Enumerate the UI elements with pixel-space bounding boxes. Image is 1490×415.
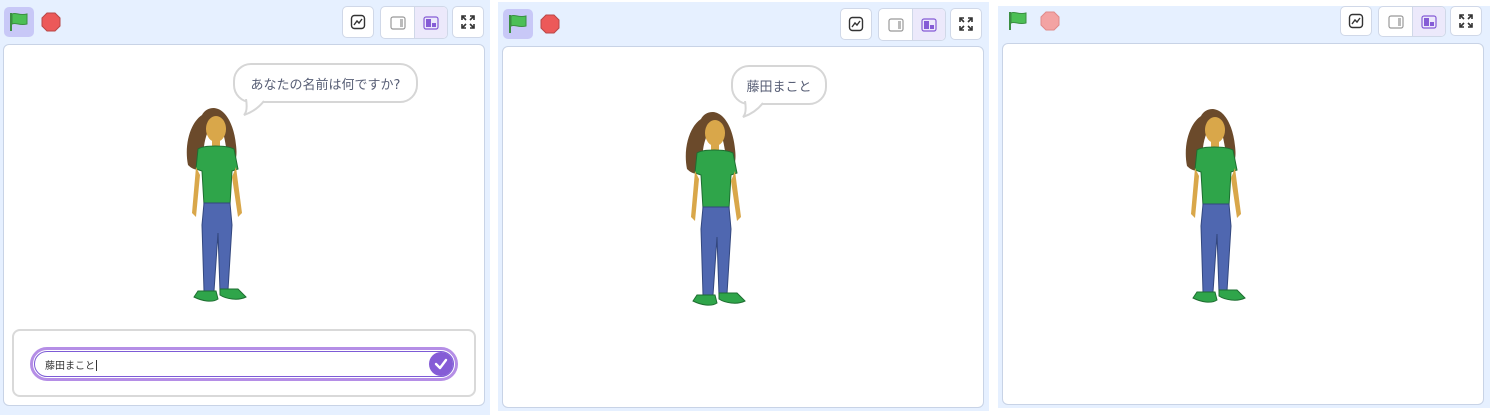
normal-stage-icon bbox=[423, 15, 439, 30]
fullscreen-button[interactable] bbox=[1450, 6, 1482, 36]
costume-editor-button[interactable] bbox=[840, 8, 872, 40]
speech-bubble: 藤田まこと bbox=[731, 65, 827, 105]
fullscreen-icon bbox=[1459, 14, 1473, 28]
speech-text: 藤田まこと bbox=[746, 79, 812, 95]
costume-editor-icon bbox=[1348, 13, 1364, 29]
normal-stage-icon bbox=[921, 17, 937, 32]
fullscreen-button[interactable] bbox=[452, 6, 484, 38]
text-caret bbox=[96, 360, 97, 371]
green-flag-icon bbox=[10, 12, 28, 31]
sprite-girl[interactable] bbox=[681, 109, 753, 315]
speech-text: あなたの名前は何ですか? bbox=[250, 77, 401, 93]
fullscreen-button[interactable] bbox=[950, 8, 982, 40]
small-stage-button[interactable] bbox=[879, 9, 912, 40]
costume-editor-icon bbox=[350, 14, 366, 30]
answer-text: 藤田まこと bbox=[45, 361, 95, 372]
small-stage-icon bbox=[389, 15, 406, 30]
normal-stage-icon bbox=[1421, 14, 1437, 29]
fullscreen-icon bbox=[461, 15, 475, 29]
stage-panel-1: あなたの名前は何ですか? 藤田まこと bbox=[0, 0, 490, 415]
costume-editor-icon bbox=[848, 16, 864, 32]
stop-button[interactable] bbox=[540, 14, 560, 34]
sprite-girl[interactable] bbox=[182, 105, 254, 311]
green-flag-icon bbox=[1009, 11, 1027, 30]
stage-canvas[interactable]: 藤田まこと bbox=[502, 46, 984, 408]
costume-editor-button[interactable] bbox=[342, 6, 374, 38]
stage-size-toggle bbox=[878, 8, 946, 41]
stage-panel-2: 藤田まこと bbox=[498, 2, 989, 411]
normal-stage-button[interactable] bbox=[1412, 7, 1445, 36]
stop-button[interactable] bbox=[41, 12, 61, 32]
small-stage-button[interactable] bbox=[1379, 7, 1412, 36]
ask-prompt-box: 藤田まこと bbox=[12, 329, 476, 397]
fullscreen-icon bbox=[959, 17, 973, 31]
stage-size-toggle bbox=[380, 6, 448, 39]
sprite-girl[interactable] bbox=[1181, 106, 1253, 312]
normal-stage-button[interactable] bbox=[912, 9, 945, 40]
green-flag-button[interactable] bbox=[503, 9, 533, 39]
stop-sign-icon bbox=[1040, 11, 1060, 31]
green-flag-button[interactable] bbox=[4, 7, 34, 37]
small-stage-icon bbox=[887, 17, 904, 32]
small-stage-icon bbox=[1387, 14, 1404, 29]
answer-input[interactable]: 藤田まこと bbox=[30, 347, 458, 381]
stop-sign-icon bbox=[540, 14, 560, 34]
submit-answer-button[interactable] bbox=[429, 352, 453, 376]
stop-button[interactable] bbox=[1040, 11, 1060, 31]
green-flag-icon bbox=[509, 14, 527, 33]
small-stage-button[interactable] bbox=[381, 7, 414, 38]
stage-size-toggle bbox=[1378, 6, 1446, 37]
stage-canvas[interactable]: あなたの名前は何ですか? 藤田まこと bbox=[3, 44, 485, 406]
stage-canvas[interactable] bbox=[1002, 43, 1484, 405]
normal-stage-button[interactable] bbox=[414, 7, 447, 38]
speech-bubble: あなたの名前は何ですか? bbox=[233, 63, 418, 103]
green-flag-button[interactable] bbox=[1003, 6, 1033, 36]
costume-editor-button[interactable] bbox=[1340, 6, 1372, 36]
stop-sign-icon bbox=[41, 12, 61, 32]
stage-panel-3 bbox=[998, 6, 1490, 408]
check-icon bbox=[434, 358, 448, 370]
